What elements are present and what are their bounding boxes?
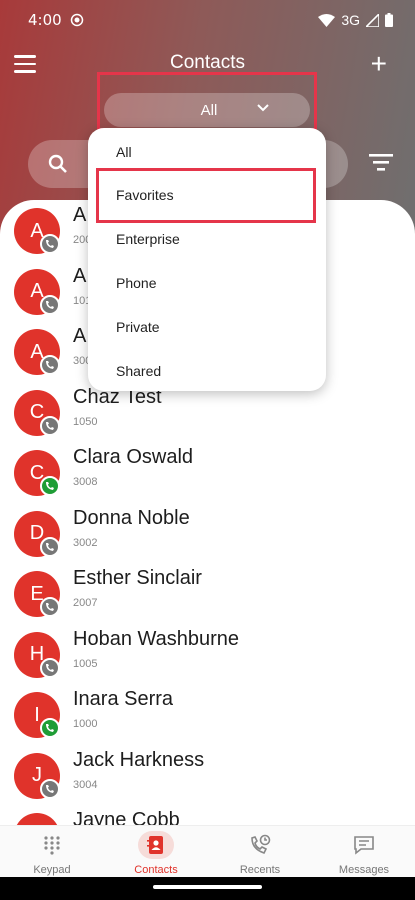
- contact-name: Clara Oswald: [73, 446, 194, 468]
- network-type: 3G: [341, 12, 360, 28]
- phone-status-icon: [40, 778, 60, 799]
- home-indicator[interactable]: [153, 885, 262, 889]
- contact-row[interactable]: C Clara Oswald 3008: [0, 442, 415, 502]
- contact-name: A: [73, 204, 87, 226]
- phone-status-icon: [40, 294, 60, 315]
- keypad-icon: [34, 831, 70, 859]
- contact-extension: 3002: [73, 536, 98, 549]
- status-bar: 4:00 3G: [28, 8, 393, 32]
- contacts-icon: [138, 831, 174, 859]
- contact-name: Jack Harkness: [73, 748, 205, 771]
- contact-row[interactable]: D Donna Noble 3002: [0, 503, 415, 563]
- phone-status-icon: [40, 476, 60, 496]
- filter-option-shared[interactable]: Shared: [116, 363, 161, 379]
- gesture-bar: [0, 877, 415, 900]
- contact-extension: 1050: [73, 415, 98, 428]
- contact-extension: 2007: [73, 597, 98, 609]
- contact-row[interactable]: E Esther Sinclair 2007: [0, 563, 415, 623]
- nav-keypad-label: Keypad: [33, 864, 71, 876]
- filter-option-private[interactable]: Private: [116, 319, 160, 335]
- sort-filter-icon[interactable]: [369, 154, 393, 177]
- phone-status-icon: [40, 355, 60, 375]
- contact-row[interactable]: J Jack Harkness 3004: [0, 745, 415, 805]
- contact-extension: 3008: [73, 476, 98, 488]
- nav-messages-label: Messages: [338, 864, 390, 876]
- messages-icon: [346, 831, 382, 859]
- status-time: 4:00: [28, 11, 62, 29]
- contact-name: A: [73, 325, 87, 347]
- nav-recents-label: Recents: [239, 864, 281, 876]
- nav-messages[interactable]: Messages: [312, 826, 415, 878]
- contact-name: Jayne Cobb: [73, 809, 180, 825]
- wifi-icon: [318, 13, 336, 27]
- filter-option-phone[interactable]: Phone: [116, 275, 156, 291]
- search-icon: [48, 154, 68, 179]
- phone-status-icon: [40, 536, 60, 557]
- phone-status-icon: [40, 657, 60, 678]
- filter-option-enterprise[interactable]: Enterprise: [116, 231, 180, 247]
- filter-highlight-frame: [97, 72, 317, 131]
- screen-record-icon: [70, 13, 84, 27]
- avatar: J: [14, 813, 60, 825]
- favorites-highlight-frame: [96, 168, 316, 223]
- recents-icon: [242, 831, 278, 859]
- signal-icon: [366, 13, 379, 27]
- contact-extension: 1005: [73, 657, 98, 670]
- contact-name: Esther Sinclair: [73, 567, 202, 589]
- nav-keypad[interactable]: Keypad: [0, 826, 104, 878]
- contact-name: Donna Noble: [73, 506, 190, 529]
- nav-contacts[interactable]: Contacts: [104, 826, 208, 878]
- contact-name: Inara Serra: [73, 688, 174, 710]
- filter-option-all[interactable]: All: [116, 144, 132, 160]
- nav-recents[interactable]: Recents: [208, 826, 312, 878]
- phone-status-icon: [40, 597, 60, 617]
- contact-name: A: [73, 264, 87, 287]
- avatar-initial: I: [34, 703, 40, 726]
- contact-extension: 3004: [73, 778, 98, 791]
- contact-extension: 1000: [73, 718, 98, 730]
- add-contact-button[interactable]: +: [371, 50, 387, 78]
- contact-row[interactable]: J Jayne Cobb: [0, 805, 415, 825]
- bottom-navigation: Keypad Contacts Recents Messages: [0, 825, 415, 877]
- phone-status-icon: [40, 718, 60, 738]
- page-title: Contacts: [170, 52, 245, 73]
- contact-row[interactable]: I Inara Serra 1000: [0, 684, 415, 744]
- contact-row[interactable]: H Hoban Washburne 1005: [0, 624, 415, 684]
- nav-contacts-label: Contacts: [134, 864, 178, 876]
- contact-name: Hoban Washburne: [73, 627, 240, 650]
- phone-status-icon: [40, 234, 60, 254]
- battery-icon: [385, 13, 393, 27]
- phone-status-icon: [40, 415, 60, 436]
